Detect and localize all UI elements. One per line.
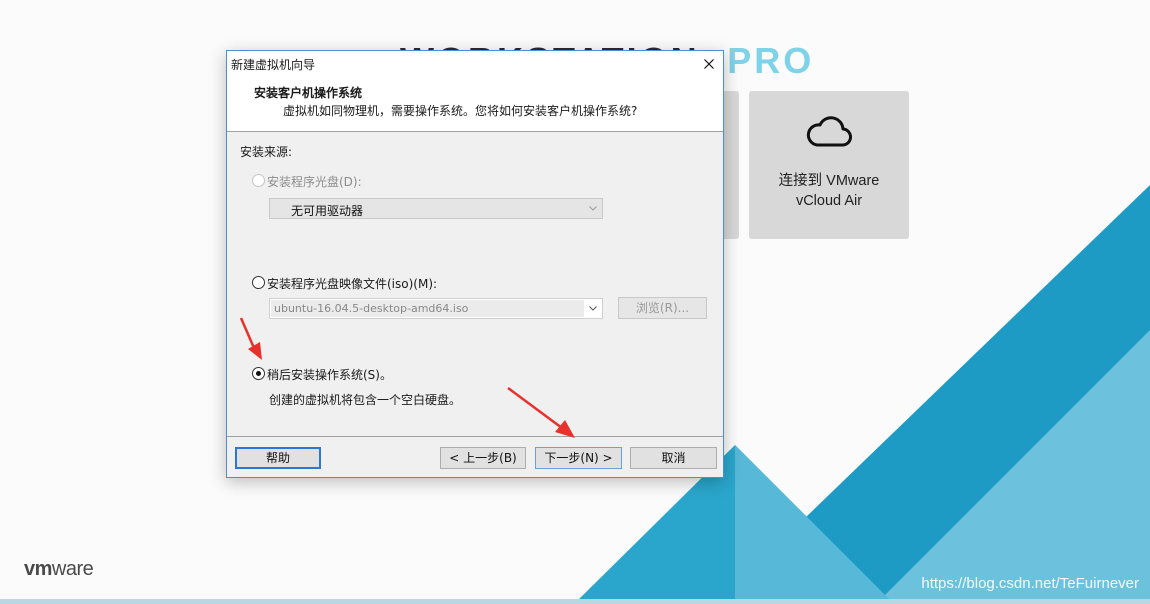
dialog-title: 新建虚拟机向导 xyxy=(231,58,316,72)
disc-radio[interactable] xyxy=(252,174,265,187)
vmware-logo: vmware xyxy=(24,558,94,580)
wizard-header: 安装客户机操作系统 虚拟机如同物理机，需要操作系统。您将如何安装客户机操作系统? xyxy=(227,76,723,132)
bottom-strip xyxy=(0,599,1150,604)
iso-radio[interactable] xyxy=(252,276,265,289)
install-source-label: 安装来源: xyxy=(240,145,293,159)
iso-option-label[interactable]: 安装程序光盘映像文件(iso)(M): xyxy=(267,275,437,292)
next-button[interactable]: 下一步(N) > xyxy=(535,447,622,469)
disc-drive-value: 无可用驱动器 xyxy=(291,204,364,218)
chevron-down-icon xyxy=(589,206,597,211)
install-later-label[interactable]: 稍后安装操作系统(S)。 xyxy=(267,366,392,383)
install-later-radio[interactable] xyxy=(252,367,265,380)
install-later-description: 创建的虚拟机将包含一个空白硬盘。 xyxy=(269,393,462,407)
close-icon xyxy=(704,58,714,69)
wizard-step-title: 安装客户机操作系统 xyxy=(254,86,363,100)
new-vm-wizard-dialog: 新建虚拟机向导 安装客户机操作系统 虚拟机如同物理机，需要操作系统。您将如何安装… xyxy=(226,50,724,478)
disc-option-label[interactable]: 安装程序光盘(D): xyxy=(267,173,362,190)
wizard-step-subtitle: 虚拟机如同物理机，需要操作系统。您将如何安装客户机操作系统? xyxy=(283,104,638,118)
connect-vcloud-air-tile[interactable]: 连接到 VMware vCloud Air xyxy=(749,91,909,239)
disc-drive-select[interactable]: 无可用驱动器 xyxy=(269,198,603,219)
close-button[interactable] xyxy=(695,51,723,76)
vcloud-tile-label: 连接到 VMware vCloud Air xyxy=(778,173,880,209)
iso-path-value: ubuntu-16.04.5-desktop-amd64.iso xyxy=(274,302,469,315)
help-button[interactable]: 帮助 xyxy=(235,447,321,469)
cancel-button[interactable]: 取消 xyxy=(630,447,717,469)
dialog-titlebar[interactable]: 新建虚拟机向导 xyxy=(227,51,723,76)
watermark-text: https://blog.csdn.net/TeFuirnever xyxy=(921,575,1139,592)
back-button[interactable]: < 上一步(B) xyxy=(440,447,526,469)
cloud-icon xyxy=(806,116,852,147)
iso-path-input[interactable]: ubuntu-16.04.5-desktop-amd64.iso xyxy=(269,298,603,319)
chevron-down-icon[interactable] xyxy=(588,303,598,313)
browse-button[interactable]: 浏览(R)... xyxy=(618,297,707,319)
footer-divider xyxy=(227,436,723,437)
